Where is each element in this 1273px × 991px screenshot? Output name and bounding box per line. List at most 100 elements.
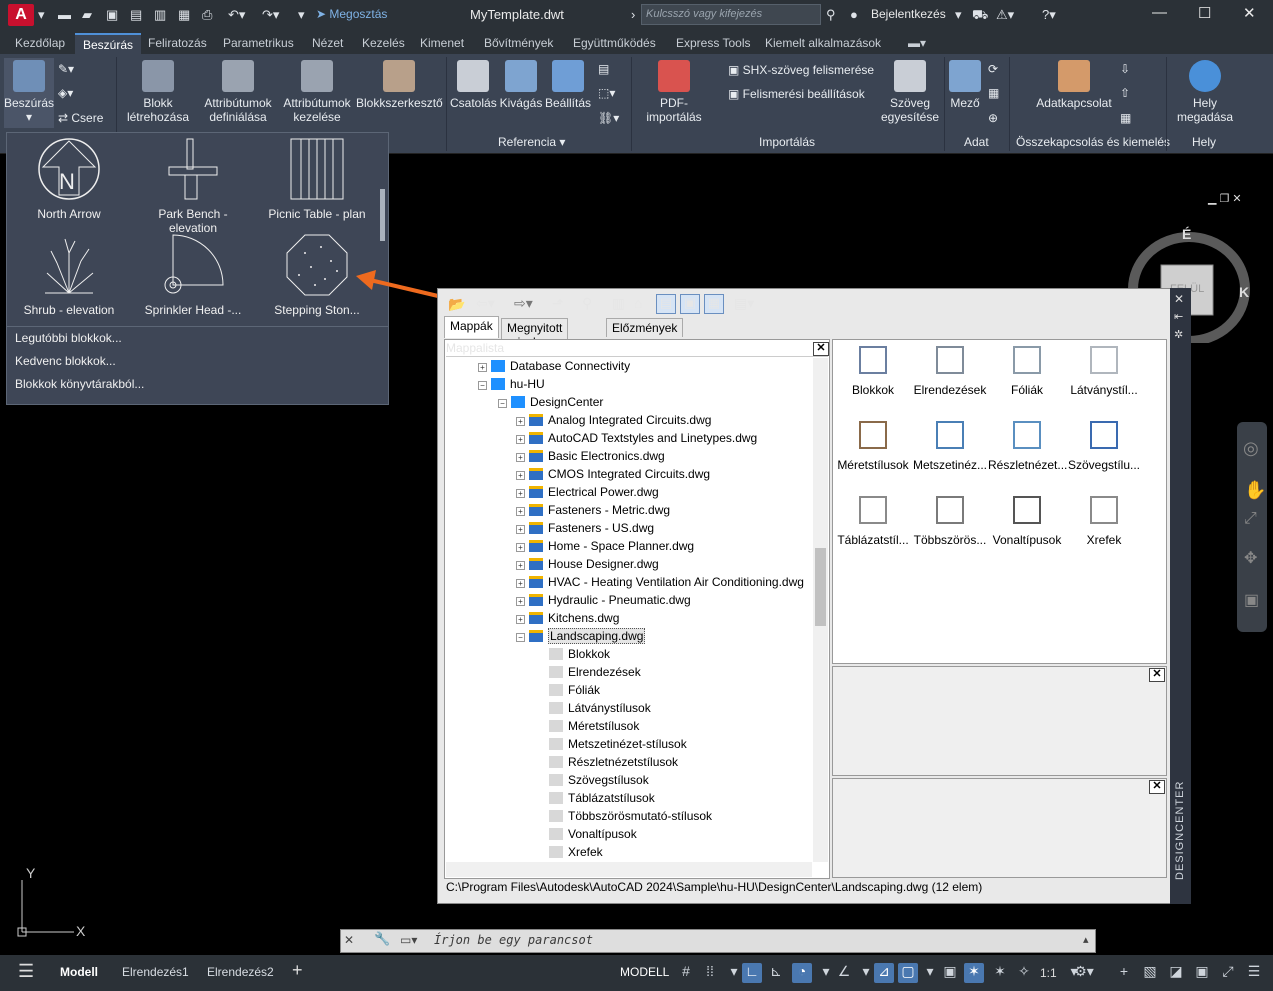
close-icon[interactable]: ✕: [1243, 4, 1256, 22]
search-input[interactable]: Kulcsszó vagy kifejezés: [641, 4, 821, 25]
home-icon[interactable]: ⌂: [634, 295, 642, 311]
reference-panel-label[interactable]: Referencia ▾: [498, 135, 565, 149]
snap-icon[interactable]: ⁞⁞: [700, 963, 720, 983]
save-as-icon[interactable]: ▤: [130, 7, 142, 23]
block-create-button[interactable]: Blokk létrehozása: [122, 60, 194, 124]
dc-autohide-icon[interactable]: ⇤: [1174, 310, 1183, 323]
attribute-tools-icon[interactable]: ◈▾: [58, 86, 73, 100]
tab-folders[interactable]: Mappák: [444, 316, 499, 338]
login-chevron-icon[interactable]: ▾: [955, 7, 962, 23]
field-button[interactable]: Mező: [946, 60, 984, 110]
frames-icon[interactable]: ⬚▾: [598, 86, 615, 100]
gallery-item-park-bench[interactable]: Park Bench - elevation: [133, 137, 253, 235]
hamburger-menu-icon[interactable]: ☰: [18, 961, 34, 982]
insert-button[interactable]: Beszúrás ▾: [4, 58, 54, 128]
search-expand-icon[interactable]: ›: [631, 7, 635, 22]
zoom-extents-icon[interactable]: ⤢: [1244, 510, 1257, 528]
dc-properties-icon[interactable]: ✲: [1174, 328, 1183, 341]
add-layout-icon[interactable]: +: [292, 960, 303, 981]
customize-qa-icon[interactable]: ▾: [298, 7, 305, 23]
pdf-import-button[interactable]: PDF- importálás: [638, 60, 710, 124]
tree-row[interactable]: Metszetinézet-stílusok: [536, 735, 687, 753]
views-icon[interactable]: ▤▾: [734, 295, 754, 312]
expand-icon[interactable]: +: [516, 471, 525, 480]
lineweight-icon[interactable]: ▢: [898, 963, 918, 983]
annotation-scale-value[interactable]: 1:1: [1040, 966, 1057, 980]
tree-row[interactable]: + Analog Integrated Circuits.dwg: [516, 411, 711, 429]
tree-row[interactable]: + CMOS Integrated Circuits.dwg: [516, 465, 710, 483]
hyperlink-icon[interactable]: ⊕: [988, 111, 998, 125]
maximize-icon[interactable]: ☐: [1198, 4, 1211, 22]
expand-icon[interactable]: +: [516, 507, 525, 516]
model-space-button[interactable]: MODELL: [620, 965, 669, 979]
tree-vscroll-thumb[interactable]: [815, 548, 826, 626]
tree-row[interactable]: Fóliák: [536, 681, 600, 699]
content-item[interactable]: Metszetinéz...: [911, 418, 989, 472]
replace-button[interactable]: ⇄ Csere: [58, 111, 103, 125]
set-location-button[interactable]: Hely megadása: [1172, 60, 1238, 124]
selection-cycling-icon[interactable]: ▣: [940, 963, 960, 983]
define-attributes-button[interactable]: Attribútumok definiálása: [200, 60, 276, 124]
recent-blocks-link[interactable]: Legutóbbi blokkok...: [15, 331, 122, 345]
combine-text-button[interactable]: Szöveg egyesítése: [878, 60, 942, 124]
favorites-icon[interactable]: ▥: [612, 295, 625, 312]
description-toggle-icon[interactable]: ▦: [704, 294, 724, 314]
tab-featured-apps[interactable]: Kiemelt alkalmazások: [765, 36, 881, 50]
gallery-item-sprinkler-head[interactable]: Sprinkler Head -...: [133, 233, 253, 317]
object-snap-tracking-icon[interactable]: ∠: [834, 963, 854, 983]
expand-icon[interactable]: +: [516, 435, 525, 444]
gallery-scrollbar[interactable]: [380, 189, 385, 241]
clean-screen-icon[interactable]: ▣: [1192, 963, 1212, 983]
tree-hscroll[interactable]: [446, 862, 812, 877]
data-link-button[interactable]: Adatkapcsolat: [1034, 60, 1114, 110]
fullscreen-icon[interactable]: ⤢: [1218, 963, 1238, 983]
command-history-icon[interactable]: ▴: [1083, 933, 1089, 946]
pan-icon[interactable]: ✋: [1244, 480, 1266, 501]
download-from-source-icon[interactable]: ⇩: [1120, 62, 1130, 76]
tree-row[interactable]: + Fasteners - Metric.dwg: [516, 501, 670, 519]
ribbon-toggle-icon[interactable]: ▬▾: [908, 36, 926, 50]
command-prompt-icon[interactable]: ▭▾: [400, 933, 417, 947]
orbit-icon[interactable]: ✥: [1244, 548, 1257, 568]
hardware-acceleration-icon[interactable]: ◪: [1166, 963, 1186, 983]
minimize-icon[interactable]: —: [1152, 4, 1167, 21]
autoscale-icon[interactable]: ✶: [990, 963, 1010, 983]
tab-view[interactable]: Nézet: [312, 36, 343, 50]
snap-chevron-icon[interactable]: ▾: [724, 963, 744, 983]
osnap-chevron-icon[interactable]: ▾: [856, 963, 876, 983]
expand-icon[interactable]: +: [516, 417, 525, 426]
tree-row[interactable]: + Electrical Power.dwg: [516, 483, 659, 501]
upload-to-source-icon[interactable]: ⇧: [1120, 86, 1130, 100]
viewcube-north[interactable]: É: [1182, 226, 1191, 242]
tree-row[interactable]: Blokkok: [536, 645, 610, 663]
underlay-layers-icon[interactable]: ▤: [598, 62, 609, 76]
tab-addins[interactable]: Bővítmények: [484, 36, 553, 50]
tree-row[interactable]: + AutoCAD Textstyles and Linetypes.dwg: [516, 429, 757, 447]
tree-row[interactable]: + Hydraulic - Pneumatic.dwg: [516, 591, 691, 609]
up-icon[interactable]: ⬏: [552, 295, 564, 312]
object-snap-icon[interactable]: ⊿: [874, 963, 894, 983]
expand-icon[interactable]: +: [516, 453, 525, 462]
autocad-logo-icon[interactable]: A: [8, 4, 34, 26]
extract-data-icon[interactable]: ▦: [1120, 111, 1131, 125]
expand-icon[interactable]: −: [478, 381, 487, 390]
close-preview-icon[interactable]: ✕: [1149, 668, 1165, 682]
adjust-button[interactable]: Beállítás: [545, 60, 591, 110]
clip-button[interactable]: Kivágás: [499, 60, 543, 110]
content-item[interactable]: Szövegstílu...: [1065, 418, 1143, 472]
tree-row[interactable]: Részletnézetstílusok: [536, 753, 678, 771]
command-close-icon[interactable]: ✕: [344, 933, 354, 947]
polar-icon[interactable]: ⊾: [766, 963, 786, 983]
login-button[interactable]: Bejelentkezés: [871, 7, 946, 21]
gallery-item-picnic-table[interactable]: Picnic Table - plan: [257, 137, 377, 221]
tree-row[interactable]: + HVAC - Heating Ventilation Air Conditio…: [516, 573, 804, 591]
description-scroll[interactable]: [1150, 796, 1165, 876]
dc-close-icon[interactable]: ✕: [1174, 292, 1184, 306]
attach-button[interactable]: Csatolás: [450, 60, 497, 110]
tab-model[interactable]: Modell: [60, 965, 98, 979]
workspace-gear-icon[interactable]: ⚙▾: [1074, 963, 1094, 983]
block-editor-button[interactable]: Blokkszerkesztő: [356, 60, 443, 110]
tree-row[interactable]: + Database Connectivity: [478, 357, 630, 375]
share-button[interactable]: ➤ Megosztás: [316, 7, 387, 21]
content-item[interactable]: Vonaltípusok: [988, 493, 1066, 547]
